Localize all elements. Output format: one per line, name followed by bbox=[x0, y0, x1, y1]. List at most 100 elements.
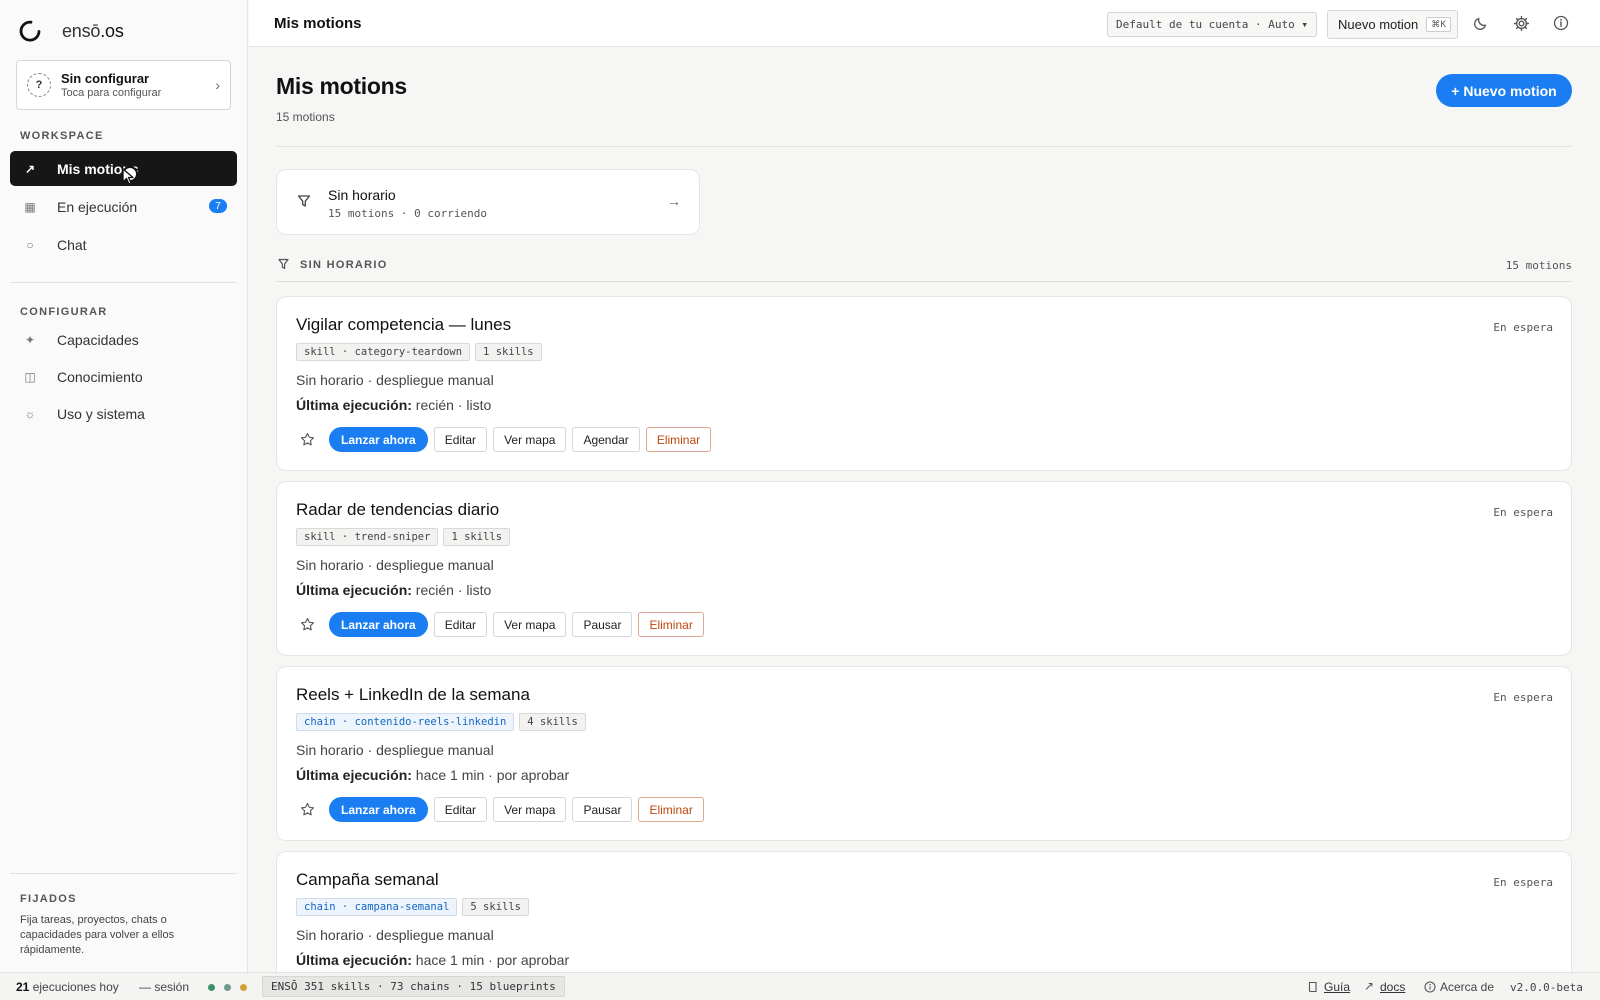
sidebar-item-conocimiento[interactable]: ◫ Conocimiento bbox=[10, 359, 237, 394]
status-dot bbox=[224, 984, 231, 991]
status-dot bbox=[240, 984, 247, 991]
view-map-button[interactable]: Ver mapa bbox=[493, 612, 567, 637]
last-run-value: hace 1 min · por aprobar bbox=[411, 767, 570, 783]
guide-link[interactable]: Guía bbox=[1324, 980, 1350, 994]
pause-button[interactable]: Pausar bbox=[572, 797, 633, 822]
delete-button[interactable]: Eliminar bbox=[638, 612, 704, 637]
brand[interactable]: ensō.os bbox=[18, 19, 124, 43]
sidebar-item-capacidades[interactable]: ✦ Capacidades bbox=[10, 322, 237, 357]
group-header: SIN HORARIO 15 motions bbox=[276, 256, 1572, 282]
status-badge: En espera bbox=[1493, 876, 1553, 889]
docs-link[interactable]: docs bbox=[1380, 980, 1405, 994]
group-label: SIN HORARIO bbox=[300, 259, 388, 271]
page-title: Mis motions bbox=[274, 15, 362, 32]
model-select[interactable]: Default de tu cuenta · Auto ▾ bbox=[1107, 12, 1317, 37]
skill-tag: skill · category-teardown bbox=[296, 343, 471, 361]
edit-button[interactable]: Editar bbox=[433, 427, 488, 452]
sidebar-item-en-ejecucion[interactable]: ▦ En ejecución 7 bbox=[10, 189, 237, 224]
sidebar-item-chat[interactable]: ○ Chat bbox=[10, 227, 237, 262]
moon-icon[interactable] bbox=[1471, 13, 1491, 33]
sparkle-icon: ✦ bbox=[24, 332, 36, 347]
motion-card: Vigilar competencia — lunes En espera sk… bbox=[276, 296, 1572, 471]
status-bar: 21 ejecuciones hoy — sesión ENSŌ 351 ski… bbox=[0, 972, 1600, 1000]
runs-today: 21 ejecuciones hoy bbox=[16, 980, 119, 994]
last-run-label: Última ejecución: bbox=[296, 952, 412, 968]
sun-icon: ☼ bbox=[24, 406, 36, 421]
new-motion-label: Nuevo motion bbox=[1338, 17, 1419, 32]
book-icon bbox=[1308, 981, 1319, 996]
pause-button[interactable]: Pausar bbox=[572, 612, 633, 637]
sidebar-item-label: En ejecución bbox=[57, 198, 138, 215]
last-run-label: Última ejecución: bbox=[296, 767, 412, 783]
info-icon bbox=[1424, 981, 1436, 996]
status-badge: En espera bbox=[1493, 691, 1553, 704]
motion-card: Reels + LinkedIn de la semana En espera … bbox=[276, 666, 1572, 841]
skill-tag: skill · trend-sniper bbox=[296, 528, 439, 546]
circle-icon: ○ bbox=[26, 237, 34, 252]
section-label-fijados: FIJADOS bbox=[20, 893, 77, 905]
motion-card: Radar de tendencias diario En espera ski… bbox=[276, 481, 1572, 656]
status-badge: En espera bbox=[1493, 506, 1553, 519]
delete-button[interactable]: Eliminar bbox=[645, 427, 712, 452]
edit-button[interactable]: Editar bbox=[433, 797, 488, 822]
sidebar: ensō.os ? Sin configurar Toca para confi… bbox=[0, 0, 248, 972]
info-icon[interactable] bbox=[1551, 13, 1571, 33]
motion-title: Reels + LinkedIn de la semana bbox=[296, 685, 530, 704]
star-icon[interactable] bbox=[296, 429, 318, 451]
last-run-label: Última ejecución: bbox=[296, 397, 412, 413]
view-map-button[interactable]: Ver mapa bbox=[493, 427, 567, 452]
header-divider bbox=[276, 146, 1572, 147]
motion-title: Vigilar competencia — lunes bbox=[296, 315, 512, 334]
brand-name: ensō.os bbox=[62, 20, 124, 41]
gear-icon[interactable] bbox=[1511, 13, 1531, 33]
shortcut-hint: ⌘K bbox=[1426, 17, 1452, 32]
star-icon[interactable] bbox=[296, 799, 318, 821]
sidebar-item-label: Conocimiento bbox=[57, 368, 143, 385]
question-icon: ? bbox=[27, 73, 51, 97]
about-link[interactable]: Acerca de bbox=[1440, 980, 1494, 994]
last-run: Última ejecución: recién · listo bbox=[296, 582, 491, 598]
arrow-right-icon: → bbox=[667, 193, 681, 209]
filter-card[interactable]: Sin horario 15 motions · 0 corriendo → bbox=[276, 169, 700, 235]
status-dot bbox=[208, 984, 215, 991]
filter-subtitle: 15 motions · 0 corriendo bbox=[328, 207, 487, 220]
section-label-configurar: CONFIGURAR bbox=[20, 306, 108, 318]
grid-icon: ▦ bbox=[24, 199, 36, 214]
launch-now-button[interactable]: Lanzar ahora bbox=[329, 612, 428, 637]
group-count: 15 motions bbox=[1505, 259, 1572, 272]
motion-title: Campaña semanal bbox=[296, 870, 439, 889]
motion-title: Radar de tendencias diario bbox=[296, 500, 500, 519]
view-map-button[interactable]: Ver mapa bbox=[493, 797, 567, 822]
filter-icon bbox=[278, 258, 289, 270]
skills-count-tag: 1 skills bbox=[443, 528, 511, 546]
schedule-button[interactable]: Agendar bbox=[572, 427, 640, 452]
sidebar-item-label: Chat bbox=[57, 236, 87, 253]
catalog-summary: ENSŌ 351 skills · 73 chains · 15 bluepri… bbox=[262, 976, 565, 997]
launch-now-button[interactable]: Lanzar ahora bbox=[329, 427, 428, 452]
setup-card[interactable]: ? Sin configurar Toca para configurar › bbox=[16, 60, 231, 110]
last-run-label: Última ejecución: bbox=[296, 582, 412, 598]
pinned-description: Fija tareas, proyectos, chats o capacida… bbox=[20, 914, 175, 956]
setup-subtitle: Toca para configurar bbox=[61, 87, 162, 99]
star-icon[interactable] bbox=[296, 614, 318, 636]
new-motion-command-button[interactable]: Nuevo motion ⌘K bbox=[1327, 10, 1458, 39]
delete-button[interactable]: Eliminar bbox=[638, 797, 704, 822]
status-badge: En espera bbox=[1493, 321, 1553, 334]
topbar: Mis motions Default de tu cuenta · Auto … bbox=[249, 0, 1600, 47]
sidebar-divider bbox=[10, 873, 237, 874]
filter-title: Sin horario bbox=[328, 187, 396, 203]
chain-tag: chain · contenido-reels-linkedin bbox=[296, 713, 515, 731]
schedule-text: Sin horario · despliegue manual bbox=[296, 372, 494, 388]
edit-button[interactable]: Editar bbox=[433, 612, 488, 637]
last-run: Última ejecución: recién · listo bbox=[296, 397, 491, 413]
last-run: Última ejecución: hace 1 min · por aprob… bbox=[296, 952, 569, 968]
last-run-value: recién · listo bbox=[411, 397, 492, 413]
sidebar-item-uso-y-sistema[interactable]: ☼ Uso y sistema bbox=[10, 396, 237, 431]
book-icon: ◫ bbox=[24, 369, 36, 384]
last-run-value: recién · listo bbox=[411, 582, 492, 598]
last-run-value: hace 1 min · por aprobar bbox=[411, 952, 570, 968]
motion-card: Campaña semanal En espera chain · campan… bbox=[276, 851, 1572, 972]
section-label-workspace: WORKSPACE bbox=[20, 130, 104, 142]
new-motion-button[interactable]: + Nuevo motion bbox=[1436, 74, 1572, 107]
launch-now-button[interactable]: Lanzar ahora bbox=[329, 797, 428, 822]
